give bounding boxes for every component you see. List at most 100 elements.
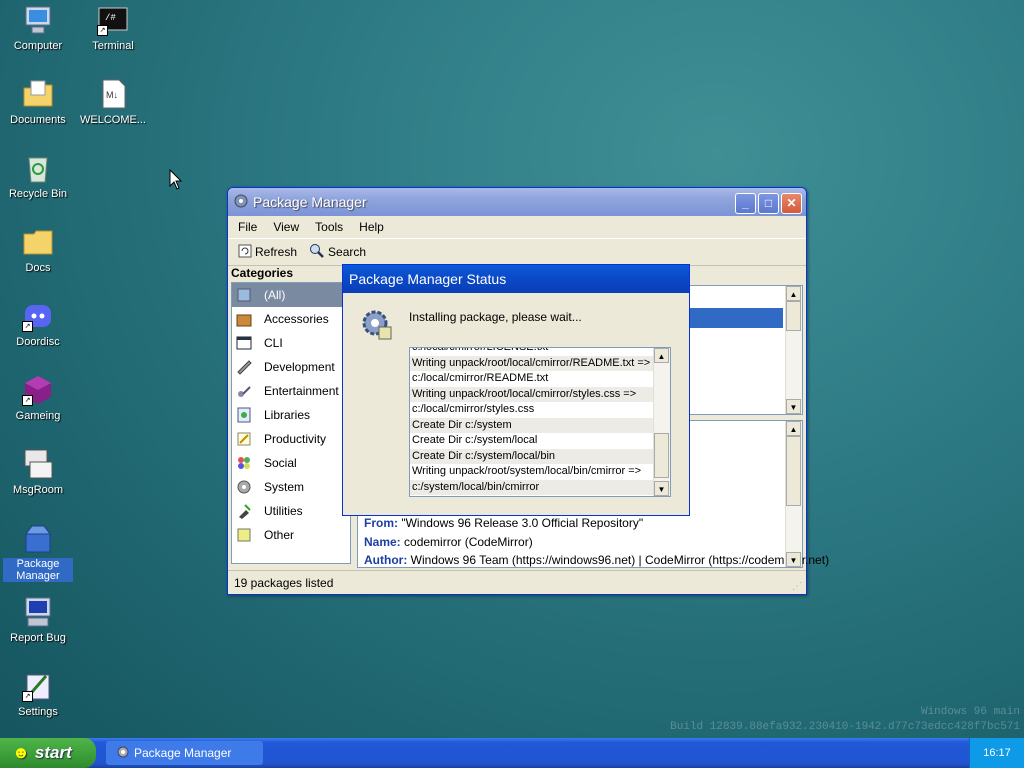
game-cube-icon: ↗ — [22, 374, 54, 406]
computer-icon — [22, 4, 54, 36]
scroll-thumb[interactable] — [786, 436, 801, 506]
menu-tools[interactable]: Tools — [307, 220, 351, 234]
desktop-icon-documents[interactable]: Documents — [0, 78, 76, 126]
markdown-file-icon: M↓ — [97, 78, 129, 110]
all-packages-icon — [236, 287, 252, 303]
categories-heading: Categories — [231, 266, 294, 280]
scroll-up-arrow-icon[interactable]: ▲ — [654, 348, 669, 363]
close-button[interactable]: ✕ — [781, 193, 802, 214]
scroll-up-arrow-icon[interactable]: ▲ — [786, 286, 801, 301]
menubar: File View Tools Help — [228, 216, 806, 238]
shortcut-arrow-icon: ↗ — [22, 691, 33, 702]
build-watermark-line2: Build 12839.88efa932.230410-1942.d77c73e… — [670, 721, 1020, 733]
desktop-icon-msgroom[interactable]: MsgRoom — [0, 448, 76, 496]
log-scrollbar[interactable]: ▲ ▼ — [653, 348, 670, 496]
desktop-icon-docs[interactable]: Docs — [0, 226, 76, 274]
scroll-thumb[interactable] — [786, 301, 801, 331]
report-bug-computer-icon — [22, 596, 54, 628]
start-smiley-icon: ☻ — [12, 743, 30, 762]
menu-help[interactable]: Help — [351, 220, 392, 234]
category-system[interactable]: System — [232, 475, 350, 499]
clock[interactable]: 16:17 — [983, 747, 1011, 759]
mouse-cursor-icon — [169, 168, 183, 194]
social-icon — [236, 455, 252, 471]
categories-panel: Categories (All) Accessories CLI Develop… — [231, 266, 351, 564]
category-productivity[interactable]: Productivity — [232, 427, 350, 451]
accessories-icon — [236, 311, 252, 327]
msgroom-icon — [22, 448, 54, 480]
system-tray: 16:17 — [969, 738, 1024, 768]
window-title: Package Manager — [253, 194, 367, 210]
package-manager-icon — [22, 522, 54, 554]
scroll-down-arrow-icon[interactable]: ▼ — [654, 481, 669, 496]
status-text: 19 packages listed — [234, 575, 334, 590]
search-button[interactable]: Search — [303, 243, 372, 262]
shortcut-arrow-icon: ↗ — [22, 321, 33, 332]
scroll-down-arrow-icon[interactable]: ▼ — [786, 552, 801, 567]
toolbar: Refresh Search — [228, 238, 806, 266]
categories-list: (All) Accessories CLI Development Entert… — [231, 282, 351, 564]
desktop-icon-gameing[interactable]: ↗ Gameing — [0, 374, 76, 422]
log-line: c:/local/cmirror/LICENSE.txt — [412, 347, 549, 353]
desktop-icon-settings[interactable]: ↗ Settings — [0, 670, 76, 718]
refresh-label: Refresh — [255, 245, 298, 259]
discord-icon: ↗ — [22, 300, 54, 332]
scroll-up-arrow-icon[interactable]: ▲ — [786, 421, 801, 436]
category-accessories[interactable]: Accessories — [232, 307, 350, 331]
maximize-icon: □ — [764, 196, 773, 210]
desktop-icon-package-manager[interactable]: Package Manager — [0, 522, 76, 582]
category-all[interactable]: (All) — [232, 283, 350, 307]
category-cli[interactable]: CLI — [232, 331, 350, 355]
desktop-icon-doordisc[interactable]: ↗ Doordisc — [0, 300, 76, 348]
shortcut-arrow-icon: ↗ — [22, 395, 33, 406]
install-log[interactable]: c:/local/cmirror/LICENSE.txt Writing unp… — [409, 347, 671, 497]
dialog-title[interactable]: Package Manager Status — [343, 265, 689, 293]
build-watermark-line1: Windows 96 main — [920, 706, 1020, 718]
terminal-icon: /# ↗ — [97, 4, 129, 36]
status-dialog: Package Manager Status Installing packag… — [342, 264, 690, 516]
desktop-icon-terminal[interactable]: /# ↗ Terminal — [75, 4, 151, 52]
log-lines: c:/local/cmirror/LICENSE.txt Writing unp… — [410, 347, 670, 495]
category-other[interactable]: Other — [232, 523, 350, 547]
details-scrollbar[interactable]: ▲ ▼ — [785, 421, 802, 567]
category-entertainment[interactable]: Entertainment — [232, 379, 350, 403]
category-social[interactable]: Social — [232, 451, 350, 475]
desktop-icon-recycle-bin[interactable]: Recycle Bin — [0, 152, 76, 200]
settings-icon: ↗ — [22, 670, 54, 702]
menu-file[interactable]: File — [230, 220, 265, 234]
system-gear-icon — [236, 479, 252, 495]
desktop-icon-computer[interactable]: Computer — [0, 4, 76, 52]
maximize-button[interactable]: □ — [758, 193, 779, 214]
desktop-icon-report-bug[interactable]: Report Bug — [0, 596, 76, 644]
folder-icon — [22, 226, 54, 258]
start-button[interactable]: ☻ start — [0, 738, 96, 768]
shortcut-arrow-icon: ↗ — [97, 25, 108, 36]
package-manager-app-icon — [233, 193, 249, 212]
search-icon — [309, 243, 325, 262]
package-list-scrollbar[interactable]: ▲ ▼ — [785, 286, 802, 414]
other-icon — [236, 527, 252, 543]
log-line: Writing unpack/root/local/cmirror/styles… — [410, 386, 670, 402]
log-line: c:/system/local/bin/cmirror — [410, 479, 670, 495]
detail-author: Author: Windows 96 Team (https://windows… — [364, 553, 830, 567]
package-manager-app-icon — [116, 745, 130, 762]
log-line: Writing unpack/root/local/cmirror/README… — [410, 355, 670, 371]
minimize-button[interactable]: _ — [735, 193, 756, 214]
category-utilities[interactable]: Utilities — [232, 499, 350, 523]
log-line: Create Dir c:/system — [410, 417, 670, 433]
scroll-down-arrow-icon[interactable]: ▼ — [786, 399, 801, 414]
dialog-message: Installing package, please wait... — [409, 310, 582, 324]
category-development[interactable]: Development — [232, 355, 350, 379]
entertainment-icon — [236, 383, 252, 399]
resize-grip-icon[interactable]: ⋰ — [792, 581, 802, 592]
window-titlebar[interactable]: Package Manager _ □ ✕ — [228, 188, 806, 216]
development-icon — [236, 359, 252, 375]
svg-text:/#: /# — [105, 13, 116, 23]
category-libraries[interactable]: Libraries — [232, 403, 350, 427]
scroll-thumb[interactable] — [654, 433, 669, 478]
desktop-icon-welcome[interactable]: M↓ WELCOME... — [75, 78, 151, 126]
refresh-button[interactable]: Refresh — [232, 244, 303, 261]
taskbar-item-package-manager[interactable]: Package Manager — [106, 741, 263, 765]
menu-view[interactable]: View — [265, 220, 307, 234]
install-gear-icon — [361, 309, 393, 344]
